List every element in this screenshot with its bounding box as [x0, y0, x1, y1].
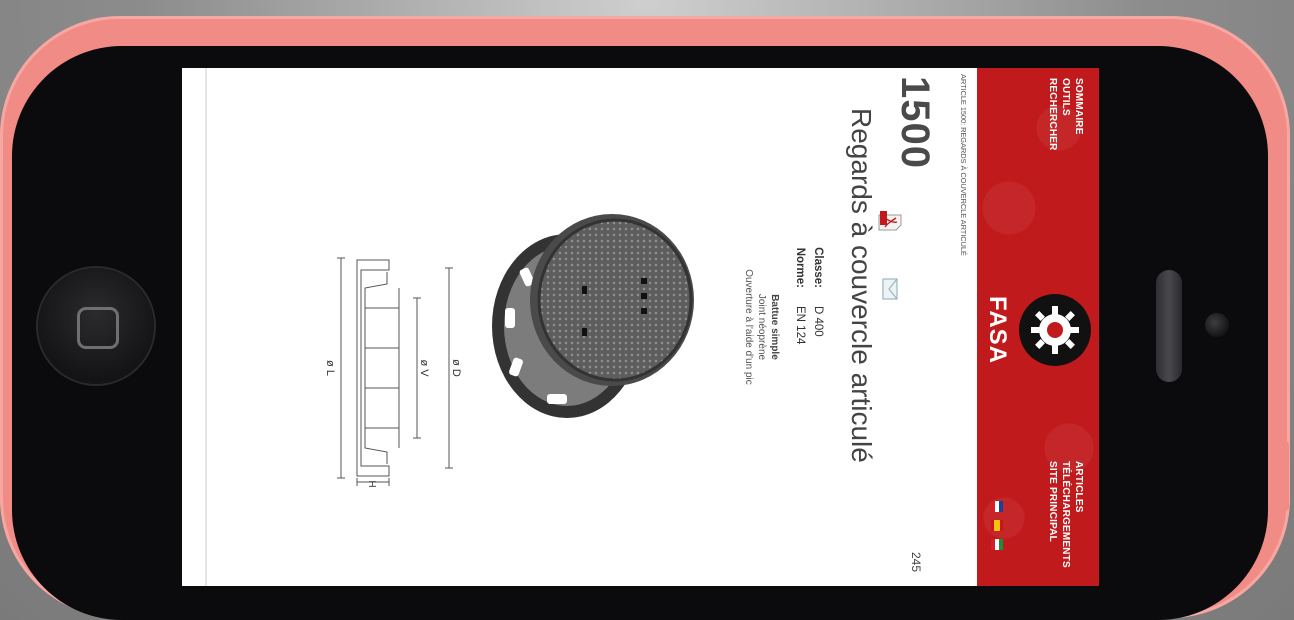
specs: Classe: D 400 Norme: EN 124 — [791, 228, 827, 344]
catalog-app: SOMMAIRE OUTILS RECHERCHER FASA ARTICLES… — [182, 68, 1099, 586]
fr-flag-icon[interactable] — [991, 501, 1003, 512]
nav-articles[interactable]: ARTICLES — [1072, 461, 1085, 568]
dimension-d-label: ø D — [450, 359, 462, 377]
logo-text: FASA — [984, 295, 1011, 364]
language-flags — [991, 501, 1003, 550]
article-title: Regards à couvercle articulé — [846, 108, 877, 463]
power-button — [1280, 441, 1289, 511]
nav-site-principal[interactable]: SITE PRINCIPAL — [1046, 461, 1059, 568]
spec-label: Classe: — [812, 247, 824, 288]
features-list: Battue simple Joint néoprène Ouverture à… — [742, 68, 781, 586]
article-number: 1500 — [893, 76, 937, 169]
nav-telechargements[interactable]: TÉLÉCHARGEMENTS — [1059, 461, 1072, 568]
spec-row-norme: Norme: EN 124 — [791, 228, 809, 345]
breadcrumb[interactable]: ARTICLE 1500: REGARDS À COUVERCLE ARTICU… — [959, 74, 968, 256]
front-camera — [1205, 313, 1229, 337]
phone-screen: SOMMAIRE OUTILS RECHERCHER FASA ARTICLES… — [182, 68, 1099, 586]
spec-value: EN 124 — [794, 306, 806, 345]
divider — [205, 68, 207, 586]
spec-label: Norme: — [794, 247, 806, 288]
nav-right: ARTICLES TÉLÉCHARGEMENTS SITE PRINCIPAL — [1046, 461, 1085, 568]
gear-logo-icon — [1019, 294, 1091, 366]
manhole-product-image — [492, 214, 694, 418]
feature-item: Ouverture à l'aide d'un pic — [743, 269, 754, 385]
app-header: SOMMAIRE OUTILS RECHERCHER FASA ARTICLES… — [977, 68, 1099, 586]
volume-button — [925, 29, 1005, 37]
nav-sommaire[interactable]: SOMMAIRE — [1072, 78, 1085, 151]
technical-drawing: ø D ø V ø L H — [324, 257, 462, 488]
es-flag-icon[interactable] — [991, 520, 1003, 531]
earpiece-speaker — [1156, 270, 1182, 382]
mail-icon[interactable] — [878, 277, 902, 301]
mute-switch — [1045, 29, 1100, 37]
page-number: 245 — [909, 551, 923, 572]
fasa-logo[interactable]: FASA — [983, 280, 1093, 380]
feature-item: Joint néoprène — [756, 293, 767, 361]
dimension-v-label: ø V — [418, 359, 430, 377]
dimension-h-label: H — [366, 480, 377, 487]
dimension-l-label: ø L — [324, 360, 336, 376]
nav-left: SOMMAIRE OUTILS RECHERCHER — [1046, 78, 1085, 151]
feature-item: Battue simple — [769, 294, 780, 360]
nav-rechercher[interactable]: RECHERCHER — [1046, 78, 1059, 151]
it-flag-icon[interactable] — [991, 539, 1003, 550]
nav-outils[interactable]: OUTILS — [1059, 78, 1072, 151]
spec-row-classe: Classe: D 400 — [809, 228, 827, 344]
home-button[interactable] — [38, 268, 154, 384]
home-square-icon — [77, 307, 119, 349]
pdf-icon[interactable] — [878, 210, 902, 234]
spec-value: D 400 — [812, 306, 824, 337]
volume-button — [810, 29, 890, 37]
